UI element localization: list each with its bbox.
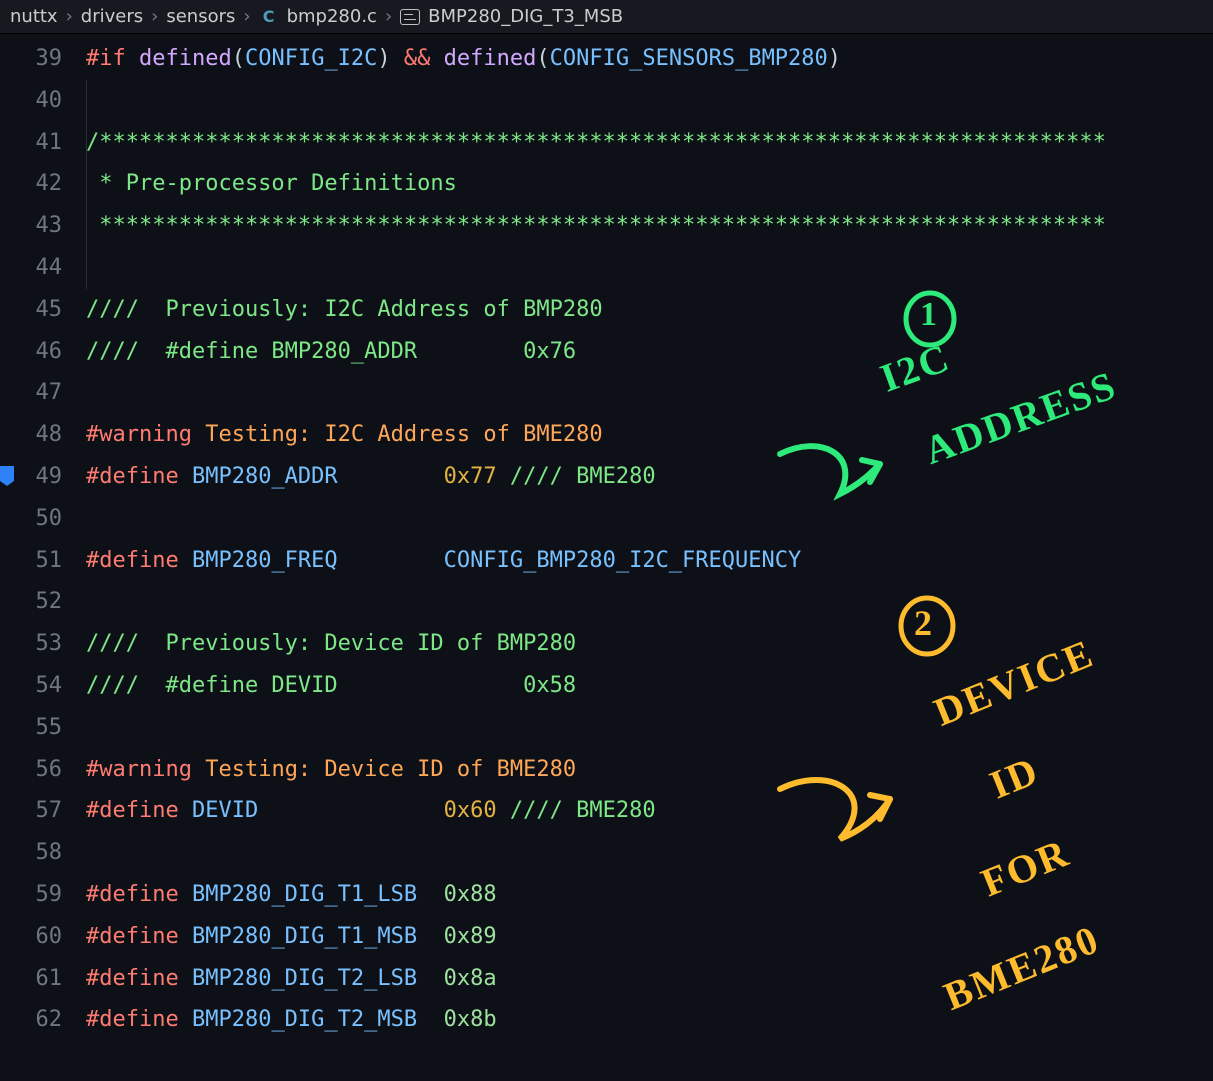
code-line[interactable]: 43 *************************************… (0, 205, 1213, 247)
line-number: 57 (0, 790, 86, 832)
code-line[interactable]: 52 (0, 581, 1213, 623)
line-number: 44 (0, 247, 86, 289)
code-text: #define BMP280_ADDR 0x77 //// BME280 (86, 456, 656, 498)
line-number: 59 (0, 874, 86, 916)
code-text: //// #define DEVID 0x58 (86, 665, 576, 707)
line-number: 58 (0, 832, 86, 874)
code-line[interactable]: 50 (0, 498, 1213, 540)
symbol-constant-icon (400, 9, 420, 25)
code-line[interactable]: 40 (0, 80, 1213, 122)
code-text: #warning Testing: Device ID of BME280 (86, 749, 576, 791)
code-text: * Pre-processor Definitions (86, 163, 457, 205)
code-text: #define BMP280_DIG_T1_MSB 0x89 (86, 916, 497, 958)
code-line[interactable]: 39 #if defined(CONFIG_I2C) && defined(CO… (0, 38, 1213, 80)
line-number: 40 (0, 80, 86, 122)
crumb-drivers[interactable]: drivers (81, 6, 143, 27)
code-text: /***************************************… (86, 122, 1106, 164)
code-line[interactable]: 44 (0, 247, 1213, 289)
line-number: 60 (0, 916, 86, 958)
line-number: 47 (0, 372, 86, 414)
crumb-symbol[interactable]: BMP280_DIG_T3_MSB (428, 6, 623, 27)
code-text: //// Previously: Device ID of BMP280 (86, 623, 576, 665)
code-text: #define BMP280_FREQ CONFIG_BMP280_I2C_FR… (86, 540, 801, 582)
chevron-right-icon: › (243, 6, 250, 27)
line-number: 48 (0, 414, 86, 456)
breadcrumb[interactable]: nuttx › drivers › sensors › C bmp280.c ›… (0, 0, 1213, 34)
code-line[interactable]: 48 #warning Testing: I2C Address of BME2… (0, 414, 1213, 456)
code-line[interactable]: 41 /************************************… (0, 122, 1213, 164)
c-file-icon: C (259, 7, 279, 27)
code-line[interactable]: 51 #define BMP280_FREQ CONFIG_BMP280_I2C… (0, 540, 1213, 582)
chevron-right-icon: › (385, 6, 392, 27)
line-number: 43 (0, 205, 86, 247)
line-number: 54 (0, 665, 86, 707)
code-line[interactable]: 56 #warning Testing: Device ID of BME280 (0, 749, 1213, 791)
line-number: 50 (0, 498, 86, 540)
code-line[interactable]: 54 //// #define DEVID 0x58 (0, 665, 1213, 707)
code-line[interactable]: 45 //// Previously: I2C Address of BMP28… (0, 289, 1213, 331)
code-line[interactable]: 55 (0, 707, 1213, 749)
code-line[interactable]: 49 #define BMP280_ADDR 0x77 //// BME280 (0, 456, 1213, 498)
line-number: 46 (0, 331, 86, 373)
code-line[interactable]: 42 * Pre-processor Definitions (0, 163, 1213, 205)
line-number: 56 (0, 749, 86, 791)
line-number: 51 (0, 540, 86, 582)
chevron-right-icon: › (151, 6, 158, 27)
code-line[interactable]: 59 #define BMP280_DIG_T1_LSB 0x88 (0, 874, 1213, 916)
code-line[interactable]: 61 #define BMP280_DIG_T2_LSB 0x8a (0, 958, 1213, 1000)
code-text: #if defined(CONFIG_I2C) && defined(CONFI… (86, 38, 841, 80)
code-line[interactable]: 58 (0, 832, 1213, 874)
chevron-right-icon: › (66, 6, 73, 27)
line-number: 53 (0, 623, 86, 665)
code-text: #define BMP280_DIG_T1_LSB 0x88 (86, 874, 497, 916)
line-number: 45 (0, 289, 86, 331)
code-line[interactable]: 53 //// Previously: Device ID of BMP280 (0, 623, 1213, 665)
crumb-file[interactable]: bmp280.c (287, 6, 377, 27)
line-number: 61 (0, 958, 86, 1000)
line-number: 62 (0, 999, 86, 1041)
code-text: #define DEVID 0x60 //// BME280 (86, 790, 656, 832)
code-line[interactable]: 57 #define DEVID 0x60 //// BME280 (0, 790, 1213, 832)
line-number: 41 (0, 122, 86, 164)
code-text: #define BMP280_DIG_T2_LSB 0x8a (86, 958, 497, 1000)
code-text: //// Previously: I2C Address of BMP280 (86, 289, 603, 331)
line-number: 52 (0, 581, 86, 623)
code-line[interactable]: 62 #define BMP280_DIG_T2_MSB 0x8b (0, 999, 1213, 1041)
code-text: #define BMP280_DIG_T2_MSB 0x8b (86, 999, 497, 1041)
line-number: 55 (0, 707, 86, 749)
crumb-sensors[interactable]: sensors (166, 6, 235, 27)
line-number: 42 (0, 163, 86, 205)
code-text: #warning Testing: I2C Address of BME280 (86, 414, 603, 456)
crumb-nuttx[interactable]: nuttx (10, 6, 58, 27)
code-line[interactable]: 47 (0, 372, 1213, 414)
editor-view[interactable]: 39 #if defined(CONFIG_I2C) && defined(CO… (0, 34, 1213, 1041)
code-line[interactable]: 46 //// #define BMP280_ADDR 0x76 (0, 331, 1213, 373)
line-number: 39 (0, 38, 86, 80)
code-line[interactable]: 60 #define BMP280_DIG_T1_MSB 0x89 (0, 916, 1213, 958)
code-text: //// #define BMP280_ADDR 0x76 (86, 331, 576, 373)
code-text: ****************************************… (86, 205, 1106, 247)
